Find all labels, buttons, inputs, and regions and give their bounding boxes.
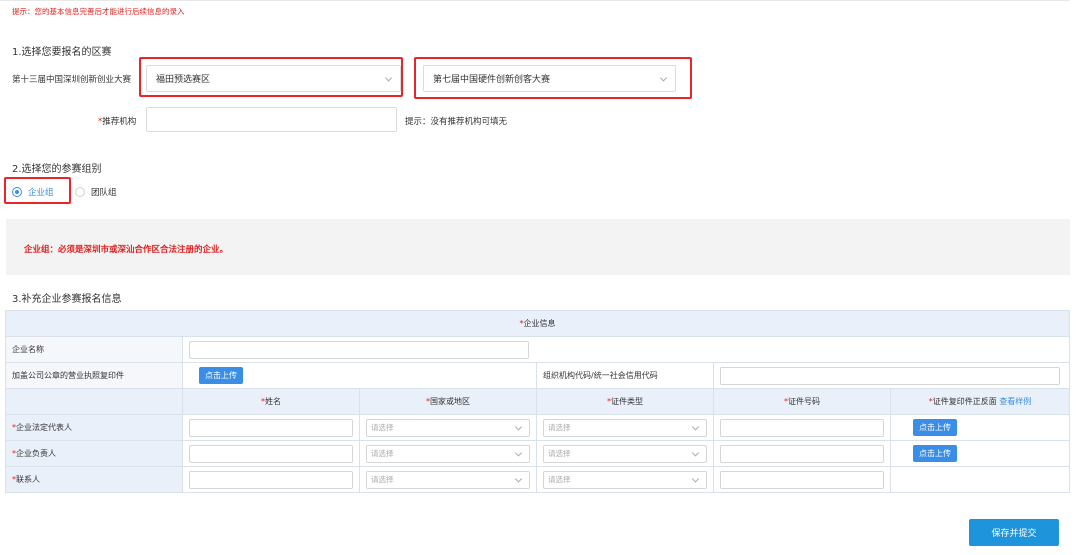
recommender-input[interactable] [146,107,397,132]
district-select-value: 福田预选赛区 [156,75,211,85]
table-row: *企业法定代表人 请选择 请选择 点击上传 [5,414,1071,441]
column-header-name: *姓名 [182,388,360,415]
chevron-down-icon [514,422,523,431]
column-header-id-copy: *证件复印件正反面 查看样例 [889,388,1071,415]
license-upload-button[interactable]: 点击上传 [199,367,243,384]
country-select[interactable]: 请选择 [366,418,530,437]
section2-title: 2.选择您的参赛组别 [12,164,102,175]
country-select[interactable]: 请选择 [366,470,530,489]
chevron-down-icon [691,474,700,483]
column-header-country: *国家或地区 [359,388,537,415]
name-input[interactable] [189,470,353,489]
id-upload-button[interactable]: 点击上传 [913,445,957,462]
radio-enterprise-label: 企业组 [28,188,54,198]
org-code-input[interactable] [720,366,1060,385]
company-info-table: *企业信息 企业名称 加盖公司公章的营业执照复印件 点击上传 组织机构代码/统一… [4,310,1071,493]
column-header-empty [5,388,183,415]
recommender-hint: 提示：没有推荐机构可填无 [405,117,508,127]
section1-title: 1.选择您要报名的区赛 [12,47,112,58]
org-code-label: 组织机构代码/统一社会信用代码 [536,362,714,389]
license-label: 加盖公司公章的营业执照复印件 [5,362,183,389]
country-select[interactable]: 请选择 [366,444,530,463]
save-submit-button[interactable]: 保存并提交 [969,519,1059,546]
sub-competition-select-value: 第七届中国硬件创新创客大赛 [433,75,551,85]
chevron-down-icon [691,422,700,431]
recommender-label: *推荐机构 [98,115,136,127]
name-input[interactable] [189,444,353,463]
company-name-input[interactable] [189,340,529,359]
row-label-contact: *联系人 [5,466,183,493]
section3-title: 3.补充企业参赛报名信息 [12,294,122,305]
group-notice-text: 企业组：必须是深圳市或深汕合作区合法注册的企业。 [24,245,229,255]
chevron-down-icon [384,73,393,82]
column-header-id-number: *证件号码 [713,388,891,415]
table-row: *联系人 请选择 请选择 [5,466,1071,493]
table-row: *企业负责人 请选择 请选择 点击上传 [5,440,1071,467]
id-number-input[interactable] [720,470,884,489]
chevron-down-icon [659,73,668,82]
company-name-cell [181,336,1071,363]
radio-team-group[interactable]: 团队组 [75,186,117,198]
id-type-select[interactable]: 请选择 [543,418,707,437]
table-header: *企业信息 [4,310,1071,337]
chevron-down-icon [514,448,523,457]
view-sample-link[interactable]: 查看样例 [999,397,1031,406]
id-number-input[interactable] [720,418,884,437]
top-divider [0,0,1070,1]
chevron-down-icon [691,448,700,457]
recommender-label-text: 推荐机构 [102,117,137,127]
id-upload-button[interactable]: 点击上传 [913,419,957,436]
row-label-head: *企业负责人 [5,440,183,467]
column-header-id-type: *证件类型 [536,388,714,415]
radio-team-label: 团队组 [91,188,117,198]
company-name-label: 企业名称 [5,336,183,363]
id-type-select[interactable]: 请选择 [543,444,707,463]
chevron-down-icon [514,474,523,483]
radio-unselected-icon[interactable] [75,187,85,197]
competition-label: 第十三届中国深圳创新创业大赛 [12,75,132,85]
id-number-input[interactable] [720,444,884,463]
radio-enterprise-group[interactable]: 企业组 [12,186,54,198]
license-upload-cell: 点击上传 [182,362,537,389]
id-type-select[interactable]: 请选择 [543,470,707,489]
row-label-legal-rep: *企业法定代表人 [5,414,183,441]
org-code-cell [712,362,1071,389]
name-input[interactable] [189,418,353,437]
district-select[interactable]: 福田预选赛区 [146,65,401,92]
sub-competition-select[interactable]: 第七届中国硬件创新创客大赛 [423,65,676,92]
radio-selected-icon[interactable] [12,187,22,197]
info-hint: 提示：您的基本信息完善后才能进行后续信息的录入 [12,7,185,16]
